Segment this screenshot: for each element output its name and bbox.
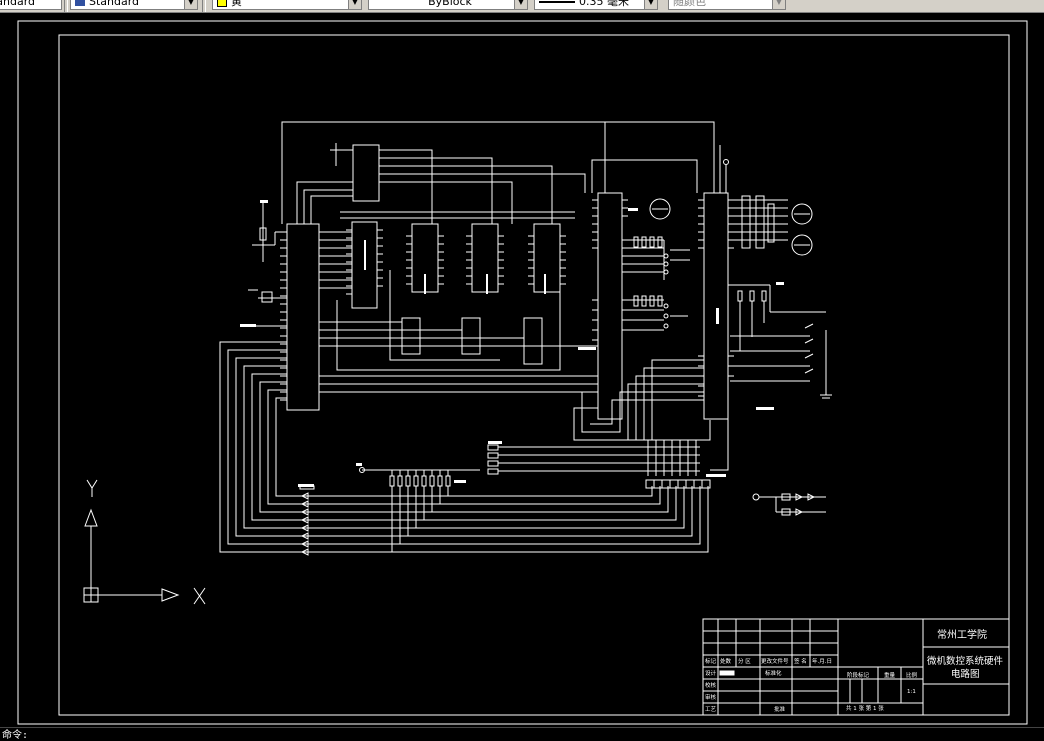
row-standardization: 标准化 bbox=[765, 669, 782, 677]
circuit-schematic bbox=[219, 121, 832, 556]
drawing-title-line2: 电路图 bbox=[951, 668, 980, 680]
decoder-chip-2 bbox=[401, 317, 421, 355]
output-driver-chip bbox=[703, 192, 729, 420]
col-header-mark: 标记 bbox=[705, 657, 717, 665]
ucs-x-letter-icon bbox=[193, 587, 206, 605]
row-audit: 审核 bbox=[705, 693, 717, 701]
toolbar-separator bbox=[202, 0, 206, 12]
col-header-count: 处数 bbox=[720, 657, 732, 665]
text-style-combo[interactable]: Standard bbox=[0, 0, 62, 10]
layer-color-swatch-icon bbox=[217, 0, 227, 7]
ucs-y-letter-icon bbox=[86, 479, 98, 497]
drawing-canvas[interactable]: 常州工学院 微机数控系统硬件 电路图 标记 处数 分 区 更改文件号 签 名 年… bbox=[0, 13, 1044, 727]
linetype-combo[interactable]: ByBlock ▼ bbox=[368, 0, 528, 10]
sheet-info: 共 1 张 第 1 张 bbox=[846, 704, 884, 712]
lineweight-combo[interactable]: 0.35 毫米 ▼ bbox=[534, 0, 658, 10]
decoder-chip-3 bbox=[461, 317, 481, 355]
decoder-chip-4 bbox=[523, 317, 543, 365]
dim-style-combo[interactable]: Standard ▼ bbox=[70, 0, 198, 10]
row-design: 设计 bbox=[705, 669, 717, 677]
chevron-down-icon[interactable]: ▼ bbox=[644, 0, 657, 9]
io-interface-chip bbox=[597, 192, 623, 420]
lineweight-sample-icon bbox=[539, 1, 575, 3]
col-header-date: 年.月.日 bbox=[812, 657, 832, 665]
memory-chip-4 bbox=[533, 223, 561, 293]
stage-mark-label: 阶段标记 bbox=[847, 671, 870, 679]
layer-combo[interactable]: 黄 ▼ bbox=[212, 0, 362, 10]
col-header-zone: 分 区 bbox=[738, 657, 751, 665]
col-header-signature: 签 名 bbox=[794, 657, 807, 665]
weight-label: 重量 bbox=[884, 671, 896, 679]
row-check: 校核 bbox=[705, 681, 717, 689]
row-process: 工艺 bbox=[705, 706, 717, 713]
scale-value: 1:1 bbox=[907, 689, 916, 695]
ucs-icon bbox=[83, 479, 206, 605]
command-line[interactable]: 命令: bbox=[0, 727, 1044, 741]
col-header-change-doc: 更改文件号 bbox=[761, 657, 789, 665]
top-latch-chip bbox=[352, 144, 380, 202]
memory-chip-3 bbox=[471, 223, 499, 293]
school-name: 常州工学院 bbox=[937, 628, 987, 641]
toolbar-separator bbox=[64, 0, 68, 12]
drawing-title-line1: 微机数控系统硬件 bbox=[927, 655, 1004, 667]
row-approve: 批准 bbox=[774, 705, 786, 713]
chevron-down-icon[interactable]: ▼ bbox=[514, 0, 527, 9]
scale-label: 比例 bbox=[906, 671, 918, 679]
drawing-frame bbox=[58, 34, 1010, 716]
cpu-chip bbox=[286, 223, 320, 411]
properties-toolbar: Standard Standard ▼ 黄 ▼ ByBlock ▼ 0.35 毫… bbox=[0, 0, 1044, 13]
title-block-text: 常州工学院 微机数控系统硬件 电路图 标记 处数 分 区 更改文件号 签 名 年… bbox=[705, 628, 1004, 713]
chevron-down-icon[interactable]: ▼ bbox=[772, 0, 785, 9]
chevron-down-icon[interactable]: ▼ bbox=[348, 0, 361, 9]
dim-style-icon bbox=[75, 0, 85, 6]
chevron-down-icon[interactable]: ▼ bbox=[184, 0, 197, 9]
plot-style-combo[interactable]: 随颜色 ▼ bbox=[668, 0, 786, 10]
